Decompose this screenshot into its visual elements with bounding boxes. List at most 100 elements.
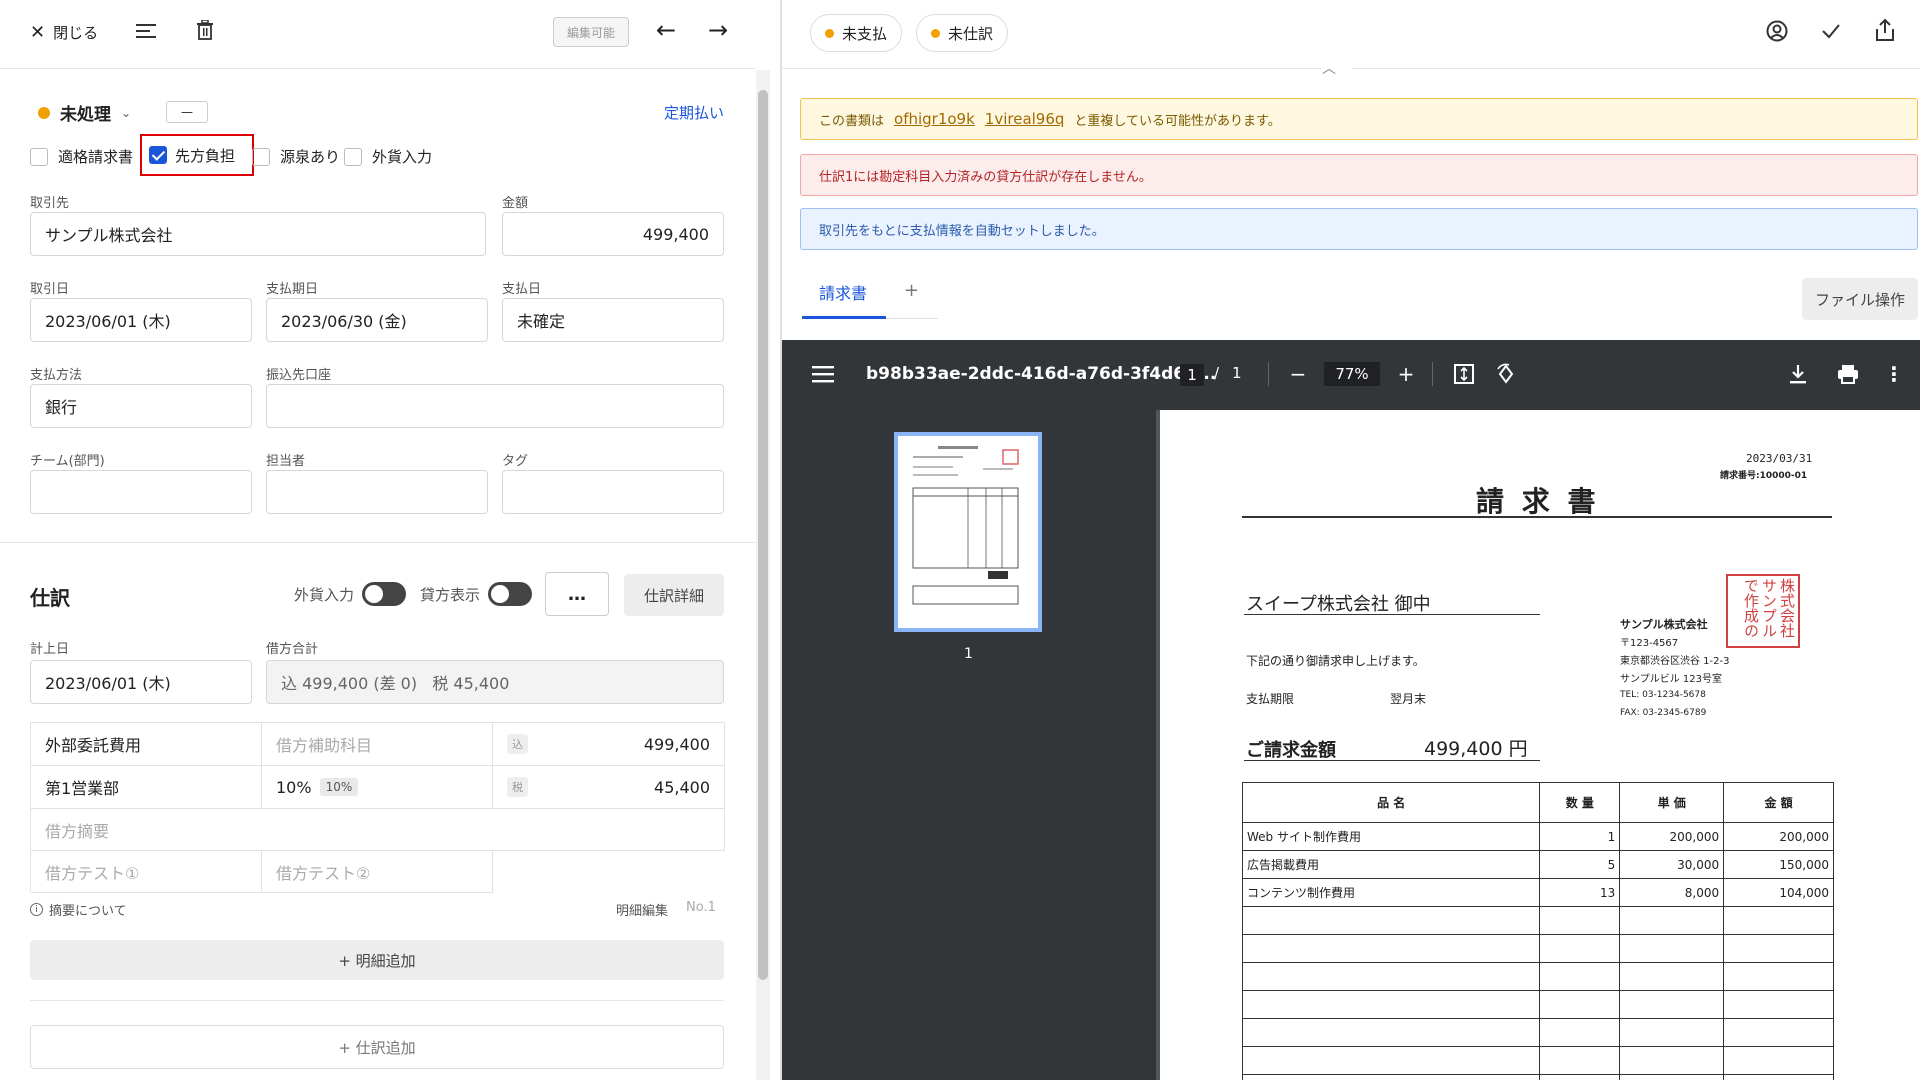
team-input[interactable] [30, 470, 252, 514]
close-icon: ✕ [30, 21, 46, 43]
scrollbar-thumb[interactable] [758, 90, 768, 980]
fit-page-icon[interactable] [1452, 362, 1476, 386]
fx-toggle[interactable]: 外貨入力 [294, 582, 407, 606]
invoice-amount-value: 499,400 円 [1424, 738, 1528, 760]
credit-toggle[interactable]: 貸方表示 [420, 582, 533, 606]
status-pill-unpaid[interactable]: 未支払 [810, 14, 903, 52]
status-dash-button[interactable]: — [166, 101, 208, 123]
sender-address2: サンプルビル 123号室 [1620, 674, 1722, 685]
debit-department-cell[interactable]: 第1営業部 [31, 766, 262, 809]
tax-rate-badge: 10% [319, 778, 359, 796]
memo-note-link[interactable]: i 摘要について [30, 900, 127, 919]
toolbar-sep [1268, 362, 1269, 386]
checkbox-withholding[interactable]: 源泉あり [252, 146, 340, 167]
file-operations-button[interactable]: ファイル操作 [1802, 278, 1918, 320]
left-panel: ✕ 閉じる 編集可能 ← → 未処理 ⌄ — 定期払い 適格請求書 先方負担 源… [0, 0, 780, 1080]
close-button[interactable]: ✕ 閉じる [30, 20, 98, 44]
pay-date-input[interactable]: 未確定 [502, 298, 724, 342]
zoom-in-icon[interactable]: + [1394, 362, 1418, 386]
zoom-out-icon[interactable]: − [1286, 362, 1310, 386]
duplicate-link-1[interactable]: ofhigr1o9k [894, 110, 975, 128]
person-input[interactable] [266, 470, 488, 514]
method-label: 支払方法 [30, 368, 83, 383]
prev-arrow-icon[interactable]: ← [656, 16, 676, 44]
tax-inclusive-badge: 込 [507, 734, 528, 754]
page-thumbnail[interactable] [894, 432, 1042, 632]
amount-label: 金額 [502, 196, 529, 211]
record-date-input[interactable]: 2023/06/01 (木) [30, 660, 252, 704]
tab-add-button[interactable]: + [904, 280, 919, 301]
due-date-label: 支払期日 [266, 282, 319, 297]
debit-tax-amount-cell[interactable]: 税 45,400 [493, 766, 725, 809]
info-banner: 取引先をもとに支払情報を自動セットしました。 [800, 208, 1918, 250]
invoice-title: 請 求 書 [1476, 485, 1600, 518]
collapse-chevron-icon[interactable]: ︿ [1322, 58, 1336, 78]
debit-subaccount-cell[interactable]: 借方補助科目 [262, 723, 493, 766]
print-icon[interactable] [1836, 362, 1860, 386]
detail-number: No.1 [686, 900, 716, 915]
info-icon: i [30, 903, 43, 916]
user-circle-icon[interactable] [1766, 20, 1788, 46]
debit-test2-cell[interactable]: 借方テスト② [262, 851, 493, 893]
check-icon[interactable] [1820, 20, 1842, 46]
pdf-toolbar: b98b33ae-2ddc-416d-a76d-3f4d62... 1 / 1 … [782, 340, 1920, 410]
thumbnail-sidebar: 1 [782, 410, 1156, 1080]
status-pill-unjournaled[interactable]: 未仕訳 [916, 14, 1009, 52]
pdf-page: 2023/03/31 請求番号:10000-01 請 求 書 スイープ株式会社 … [1160, 410, 1920, 1080]
checkbox-other-party-bear[interactable]: 先方負担 [140, 134, 254, 176]
checkbox-qualified-invoice[interactable]: 適格請求書 [30, 146, 133, 167]
table-row-empty [1241, 990, 1834, 1019]
add-detail-button[interactable]: + 明細追加 [30, 940, 724, 980]
journal-grid: 外部委託費用 借方補助科目 込 499,400 第1営業部 10% 10% 税 … [30, 722, 725, 893]
duplicate-link-2[interactable]: 1vireal96q [985, 110, 1065, 128]
checkbox-foreign-currency[interactable]: 外貨入力 [344, 146, 432, 167]
top-divider-right [1352, 68, 1920, 69]
method-select[interactable]: 銀行 [30, 384, 252, 428]
debit-memo-cell[interactable]: 借方摘要 [31, 809, 725, 851]
debit-tax-rate-cell[interactable]: 10% 10% [262, 766, 493, 809]
debit-amount-cell[interactable]: 込 499,400 [493, 723, 725, 766]
account-input[interactable] [266, 384, 724, 428]
status-dropdown[interactable]: 未処理 ⌄ [38, 100, 131, 125]
checkbox-box [149, 146, 167, 164]
invoice-recipient: スイープ株式会社 御中 [1246, 594, 1431, 615]
detail-edit-link[interactable]: 明細編集 [616, 900, 668, 919]
periodic-payment-link[interactable]: 定期払い [664, 102, 724, 123]
checkbox-box [252, 147, 270, 166]
debit-total-label: 借方合計 [266, 642, 319, 657]
journal-detail-button[interactable]: 仕訳詳細 [624, 574, 724, 616]
more-vertical-icon[interactable]: ⋮ [1882, 362, 1906, 386]
table-row-empty [1241, 962, 1834, 991]
toggle-switch [362, 582, 407, 606]
share-icon[interactable] [1874, 18, 1896, 46]
rotate-icon[interactable] [1494, 362, 1518, 386]
trash-icon[interactable] [196, 19, 214, 44]
page-number-input[interactable]: 1 [1180, 364, 1204, 386]
chevron-down-icon: ⌄ [121, 105, 132, 120]
invoice-title-rule [1242, 516, 1832, 518]
tab-invoice[interactable]: 請求書 [819, 280, 867, 304]
header-divider [0, 68, 756, 69]
tag-input[interactable] [502, 470, 724, 514]
thumbnail-page-label: 1 [964, 646, 973, 662]
menu-icon[interactable] [136, 22, 156, 44]
sidebar-menu-icon[interactable] [812, 363, 834, 385]
next-arrow-icon[interactable]: → [708, 16, 728, 44]
trade-date-input[interactable]: 2023/06/01 (木) [30, 298, 252, 342]
partner-label: 取引先 [30, 196, 70, 211]
debit-test1-cell[interactable]: 借方テスト① [31, 851, 262, 893]
invoice-intro: 下記の通り御請求申し上げます。 [1246, 654, 1425, 668]
more-button[interactable]: … [545, 572, 609, 616]
partner-input[interactable]: サンプル株式会社 [30, 212, 486, 256]
zoom-level[interactable]: 77% [1324, 362, 1380, 386]
download-icon[interactable] [1786, 362, 1810, 386]
sender-address1: 東京都渋谷区渋谷 1-2-3 [1620, 656, 1730, 667]
invoice-due-value: 翌月末 [1390, 692, 1427, 706]
edit-status-badge: 編集可能 [553, 17, 629, 47]
amount-input[interactable]: 499,400 [502, 212, 724, 256]
due-date-input[interactable]: 2023/06/30 (金) [266, 298, 488, 342]
add-journal-button[interactable]: + 仕訳追加 [30, 1025, 724, 1069]
left-scrollbar[interactable] [756, 70, 770, 1080]
debit-account-cell[interactable]: 外部委託費用 [31, 723, 262, 766]
table-row-empty [1241, 1018, 1834, 1047]
